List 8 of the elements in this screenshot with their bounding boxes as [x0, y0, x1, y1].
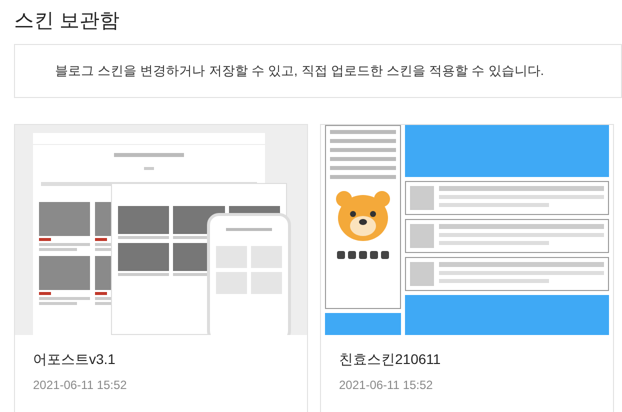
page-title: 스킨 보관함	[14, 9, 121, 34]
skin-card[interactable]: 어포스트v3.1 2021-06-11 15:52	[14, 124, 308, 412]
skin-card[interactable]: 친효스킨210611 2021-06-11 15:52	[320, 124, 614, 412]
skin-name: 친효스킨210611	[339, 350, 442, 369]
notice-text: 블로그 스킨을 변경하거나 저장할 수 있고, 직접 업로드한 스킨을 적용할 수 있습니다.	[55, 62, 544, 80]
skin-date: 2021-06-11 15:52	[33, 377, 128, 394]
skin-name: 어포스트v3.1	[33, 350, 116, 369]
skin-date: 2021-06-11 15:52	[339, 377, 434, 394]
